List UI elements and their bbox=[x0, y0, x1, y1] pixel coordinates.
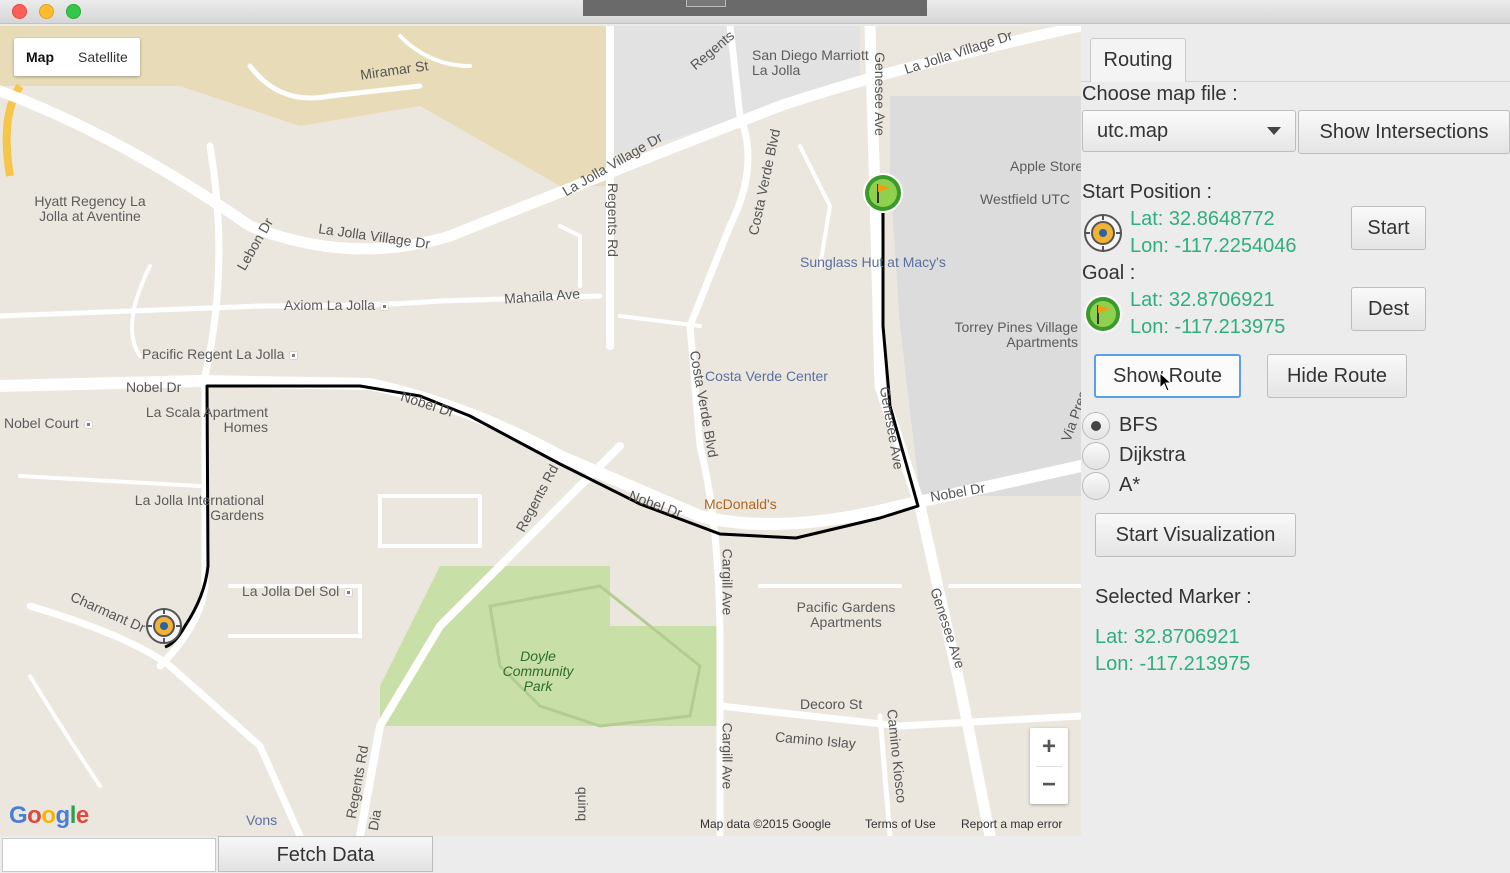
routing-panel: Routing Choose map file : utc.map Show I… bbox=[1081, 26, 1510, 872]
map-type-control: Map Satellite bbox=[14, 38, 140, 76]
place-label: La Scala Apartment Homes bbox=[145, 404, 268, 435]
algorithm-label-bfs: BFS bbox=[1119, 414, 1158, 436]
terms-of-use-link[interactable]: Terms of Use bbox=[865, 817, 936, 831]
place-label: Axiom La Jolla bbox=[284, 297, 389, 313]
choose-map-file-label: Choose map file : bbox=[1082, 83, 1238, 105]
dest-button[interactable]: Dest bbox=[1351, 287, 1426, 331]
place-label: Costa Verde Center bbox=[705, 368, 828, 384]
place-label: Vons bbox=[246, 812, 278, 828]
close-window-button[interactable] bbox=[12, 4, 27, 19]
place-label: La Jolla International Gardens bbox=[134, 492, 264, 523]
place-label: Westfield UTC bbox=[980, 191, 1070, 207]
algorithm-radio-astar[interactable] bbox=[1082, 472, 1110, 500]
map-type-satellite[interactable]: Satellite bbox=[66, 49, 140, 65]
place-label: Hyatt Regency La Jolla at Aventine bbox=[34, 193, 146, 224]
zoom-window-button[interactable] bbox=[66, 4, 81, 19]
place-label: Doyle Community Park bbox=[502, 648, 574, 694]
place-label: La Jolla Del Sol bbox=[242, 583, 353, 599]
fetch-data-button[interactable]: Fetch Data bbox=[218, 836, 433, 872]
algorithm-label-dijkstra: Dijkstra bbox=[1119, 444, 1186, 466]
street-label: quinq bbox=[575, 786, 592, 822]
start-crosshair-marker[interactable] bbox=[144, 606, 184, 646]
goal-flag-icon bbox=[1084, 295, 1122, 333]
place-label: Torrey Pines Village Apartments bbox=[954, 319, 1078, 350]
street-label: Regents Rd bbox=[604, 183, 621, 257]
start-lat-value: Lat: 32.8648772 bbox=[1130, 208, 1275, 230]
title-overlay bbox=[583, 0, 927, 16]
location-input[interactable] bbox=[2, 838, 216, 872]
algorithm-label-astar: A* bbox=[1119, 474, 1141, 496]
place-label: Sunglass Hut at Macy's bbox=[800, 254, 946, 270]
goal-label: Goal : bbox=[1082, 262, 1136, 284]
map-file-select[interactable]: utc.map bbox=[1082, 110, 1296, 152]
google-logo: Google bbox=[9, 802, 89, 829]
chevron-down-icon bbox=[1267, 127, 1281, 135]
start-visualization-button[interactable]: Start Visualization bbox=[1095, 513, 1296, 557]
start-position-label: Start Position : bbox=[1082, 181, 1213, 203]
show-intersections-button[interactable]: Show Intersections bbox=[1298, 110, 1510, 154]
place-label: Nobel Court bbox=[4, 415, 92, 431]
place-label: Pacific Gardens Apartments bbox=[796, 599, 896, 630]
title-bar bbox=[0, 0, 1510, 24]
minimize-window-button[interactable] bbox=[39, 4, 54, 19]
report-map-error-link[interactable]: Report a map error bbox=[961, 817, 1062, 831]
map-file-value: utc.map bbox=[1097, 120, 1169, 142]
tab-routing[interactable]: Routing bbox=[1090, 38, 1186, 82]
mouse-cursor-icon bbox=[1159, 372, 1173, 392]
place-label: Pacific Regent La Jolla bbox=[142, 346, 298, 362]
place-label: McDonald's bbox=[704, 496, 777, 512]
zoom-control: + − bbox=[1030, 728, 1068, 804]
goal-flag-marker[interactable] bbox=[862, 172, 904, 214]
bottom-bar: Fetch Data bbox=[0, 836, 1081, 872]
app-window: Map Satellite Miramar St Regents La Joll… bbox=[0, 0, 1510, 872]
street-label: Nobel Dr bbox=[126, 379, 182, 395]
map-view[interactable]: Map Satellite Miramar St Regents La Joll… bbox=[0, 26, 1081, 836]
selected-marker-label: Selected Marker : bbox=[1095, 586, 1252, 608]
goal-lat-value: Lat: 32.8706921 bbox=[1130, 289, 1275, 311]
zoom-out-button[interactable]: − bbox=[1030, 766, 1068, 804]
selected-lat-value: Lat: 32.8706921 bbox=[1095, 626, 1240, 648]
start-button[interactable]: Start bbox=[1351, 206, 1426, 250]
start-crosshair-icon bbox=[1084, 214, 1122, 252]
street-label: Genesee Ave bbox=[871, 52, 888, 136]
goal-lon-value: Lon: -117.213975 bbox=[1130, 316, 1286, 338]
place-label: Apple Store bbox=[1010, 158, 1081, 174]
street-label: Cargill Ave bbox=[719, 548, 736, 616]
hide-route-button[interactable]: Hide Route bbox=[1267, 354, 1407, 398]
place-label: San Diego Marriott La Jolla bbox=[752, 47, 869, 78]
zoom-in-button[interactable]: + bbox=[1030, 728, 1068, 766]
map-type-map[interactable]: Map bbox=[14, 49, 66, 65]
start-lon-value: Lon: -117.2254046 bbox=[1130, 235, 1297, 257]
street-label: Decoro St bbox=[800, 696, 863, 712]
algorithm-radio-dijkstra[interactable] bbox=[1082, 442, 1110, 470]
selected-lon-value: Lon: -117.213975 bbox=[1095, 653, 1251, 675]
map-data-attribution: Map data ©2015 Google bbox=[700, 817, 831, 831]
street-label: Cargill Ave bbox=[719, 722, 736, 790]
algorithm-radio-bfs[interactable] bbox=[1082, 412, 1110, 440]
